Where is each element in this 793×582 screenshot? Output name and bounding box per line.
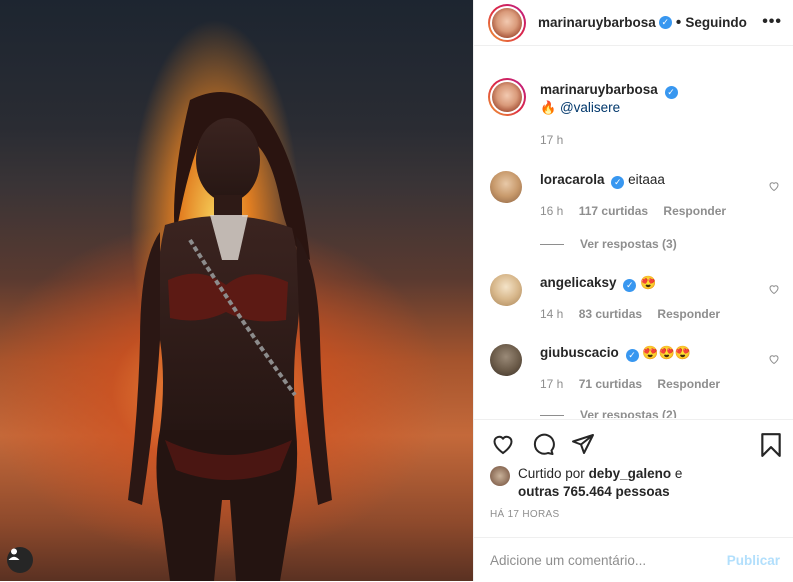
tagged-user-icon[interactable]: [7, 547, 33, 573]
comment-likes[interactable]: 83 curtidas: [579, 307, 642, 321]
caption-time: 17 h: [540, 133, 564, 147]
mention-link[interactable]: @valisere: [560, 100, 620, 115]
like-comment-heart-icon[interactable]: [768, 353, 780, 365]
comment-text: eitaaa: [628, 172, 665, 187]
comment-meta: 17 h 71 curtidas Responder: [540, 377, 721, 391]
person-silhouette: [128, 92, 332, 581]
action-bar: [474, 419, 793, 470]
others-likes-link[interactable]: outras 765.464 pessoas: [518, 484, 670, 499]
publish-button[interactable]: Publicar: [727, 553, 780, 568]
verified-icon: ✓: [664, 85, 678, 99]
reply-button[interactable]: Responder: [657, 377, 720, 391]
like-comment-heart-icon[interactable]: [768, 283, 780, 295]
view-replies-button[interactable]: Ver respostas (3): [540, 237, 677, 251]
reply-button[interactable]: Responder: [663, 204, 726, 218]
comment-text: 😍😍😍: [642, 345, 691, 360]
share-icon[interactable]: [570, 432, 596, 456]
comment-meta: 14 h 83 curtidas Responder: [540, 307, 721, 321]
comment-username[interactable]: giubuscacio: [540, 345, 619, 360]
commenter-avatar[interactable]: [490, 344, 522, 376]
comment-meta: 16 h 117 curtidas Responder: [540, 204, 727, 218]
liker-avatar[interactable]: [490, 466, 510, 486]
comment-username[interactable]: angelicaksy: [540, 275, 617, 290]
caption-avatar[interactable]: [488, 78, 526, 116]
liker-username[interactable]: deby_galeno: [589, 466, 672, 481]
verified-icon: ✓: [658, 16, 672, 29]
verified-icon: ✓: [611, 175, 625, 189]
comment-composer: Adicione um comentário... Publicar: [474, 537, 793, 582]
comment-likes[interactable]: 71 curtidas: [579, 377, 642, 391]
post-timestamp: HÁ 17 HORAS: [490, 509, 560, 520]
following-button[interactable]: Seguindo: [685, 15, 747, 30]
comment-input[interactable]: Adicione um comentário...: [490, 553, 646, 568]
post-header: marinaruybarbosa ✓ • Seguindo •••: [474, 0, 793, 46]
author-username[interactable]: marinaruybarbosa: [538, 15, 656, 30]
verified-icon: ✓: [625, 348, 639, 362]
comment-username[interactable]: loracarola: [540, 172, 605, 187]
post-image[interactable]: [0, 0, 473, 581]
comment-likes[interactable]: 117 curtidas: [579, 204, 648, 218]
save-bookmark-icon[interactable]: [760, 432, 782, 458]
view-replies-button[interactable]: Ver respostas (2): [540, 408, 677, 418]
likes-and: e: [674, 466, 683, 481]
separator-dot: •: [675, 13, 682, 31]
verified-icon: ✓: [623, 278, 637, 292]
comments-list[interactable]: marinaruybarbosa ✓ 🔥 @valisere 17 h lora…: [474, 46, 793, 418]
reply-button[interactable]: Responder: [657, 307, 720, 321]
author-avatar[interactable]: [488, 3, 526, 42]
comment-text: 😍: [640, 275, 657, 290]
like-comment-heart-icon[interactable]: [768, 180, 780, 192]
caption-username[interactable]: marinaruybarbosa: [540, 82, 658, 97]
more-options-icon[interactable]: •••: [762, 13, 782, 31]
commenter-avatar[interactable]: [490, 171, 522, 203]
commenter-avatar[interactable]: [490, 274, 522, 306]
fire-emoji: 🔥: [540, 100, 557, 115]
comment-icon[interactable]: [530, 432, 556, 456]
likes-prefix: Curtido por: [518, 466, 585, 481]
heart-icon[interactable]: [490, 432, 516, 456]
user-icon: [8, 548, 20, 560]
post-panel: marinaruybarbosa ✓ • Seguindo ••• marina…: [473, 0, 793, 581]
